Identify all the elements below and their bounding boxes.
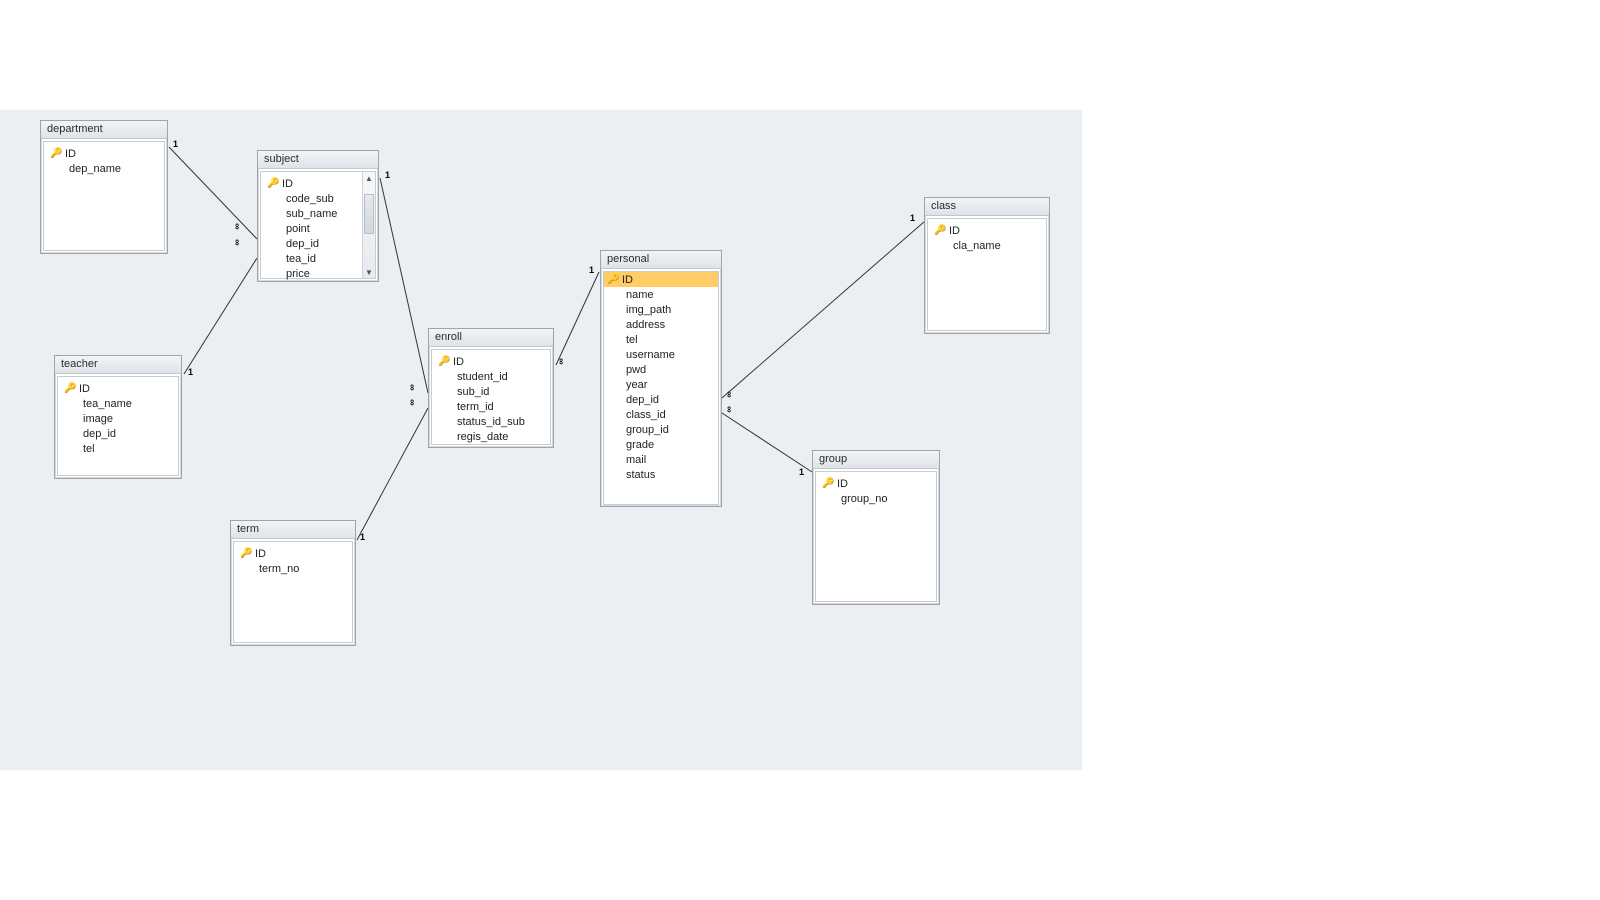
key-icon: 🔑 bbox=[240, 548, 253, 559]
table-field[interactable]: class_id bbox=[604, 407, 718, 422]
table-field[interactable]: 🔑ID bbox=[237, 546, 349, 561]
key-icon: 🔑 bbox=[607, 274, 620, 285]
diagram-canvas[interactable]: 1 ∞ 1 ∞ 1 ∞ 1 ∞ 1 ∞ 1 ∞ 1 ∞ department 🔑… bbox=[0, 110, 1082, 770]
table-field[interactable]: tel bbox=[604, 332, 718, 347]
key-icon: 🔑 bbox=[822, 478, 835, 489]
entity-field-list: 🔑ID term_no bbox=[233, 541, 353, 643]
card-many: ∞ bbox=[234, 238, 240, 247]
entity-title[interactable]: teacher bbox=[55, 356, 181, 374]
scrollbar[interactable]: ▲ ▼ bbox=[362, 172, 375, 278]
scroll-up-icon[interactable]: ▲ bbox=[363, 172, 375, 184]
card-one: 1 bbox=[188, 368, 193, 377]
table-field[interactable]: group_id bbox=[604, 422, 718, 437]
table-field[interactable]: 🔑ID bbox=[47, 146, 161, 161]
scroll-down-icon[interactable]: ▼ bbox=[363, 266, 375, 278]
entity-field-list: 🔑ID dep_name bbox=[43, 141, 165, 251]
entity-title[interactable]: term bbox=[231, 521, 355, 539]
table-field[interactable]: status_id_sub bbox=[435, 414, 547, 429]
entity-field-list: 🔑ID name img_path address tel username p… bbox=[603, 271, 719, 505]
key-icon: 🔑 bbox=[50, 148, 63, 159]
entity-field-list: 🔑ID student_id sub_id term_id status_id_… bbox=[431, 349, 551, 445]
card-many: ∞ bbox=[558, 357, 564, 366]
key-icon: 🔑 bbox=[934, 225, 947, 236]
entity-term[interactable]: term 🔑ID term_no bbox=[230, 520, 356, 646]
table-field[interactable]: term_id bbox=[435, 399, 547, 414]
table-field[interactable]: cla_name bbox=[931, 238, 1043, 253]
table-field[interactable]: 🔑ID bbox=[604, 272, 718, 287]
table-field[interactable]: dep_id bbox=[61, 426, 175, 441]
key-icon: 🔑 bbox=[438, 356, 451, 367]
table-field[interactable]: 🔑ID bbox=[819, 476, 933, 491]
entity-subject[interactable]: subject 🔑ID code_sub sub_name point dep_… bbox=[257, 150, 379, 282]
table-field[interactable]: img_path bbox=[604, 302, 718, 317]
card-one: 1 bbox=[799, 468, 804, 477]
entity-department[interactable]: department 🔑ID dep_name bbox=[40, 120, 168, 254]
table-field[interactable]: 🔑ID bbox=[61, 381, 175, 396]
entity-class[interactable]: class 🔑ID cla_name bbox=[924, 197, 1050, 334]
table-field[interactable]: point bbox=[264, 221, 361, 236]
entity-field-list: 🔑ID group_no bbox=[815, 471, 937, 602]
table-field[interactable]: price bbox=[264, 266, 361, 281]
scroll-track[interactable] bbox=[363, 184, 375, 266]
table-field[interactable]: regis_date bbox=[435, 429, 547, 444]
entity-field-list: 🔑ID tea_name image dep_id tel bbox=[57, 376, 179, 476]
entity-enroll[interactable]: enroll 🔑ID student_id sub_id term_id sta… bbox=[428, 328, 554, 448]
table-field[interactable]: tel bbox=[61, 441, 175, 456]
table-field[interactable]: tea_name bbox=[61, 396, 175, 411]
entity-title[interactable]: subject bbox=[258, 151, 378, 169]
card-one: 1 bbox=[910, 214, 915, 223]
table-field[interactable]: mail bbox=[604, 452, 718, 467]
table-field[interactable]: dep_name bbox=[47, 161, 161, 176]
card-one: 1 bbox=[589, 266, 594, 275]
entity-title[interactable]: group bbox=[813, 451, 939, 469]
table-field[interactable]: student_id bbox=[435, 369, 547, 384]
entity-personal[interactable]: personal 🔑ID name img_path address tel u… bbox=[600, 250, 722, 507]
table-field[interactable]: name bbox=[604, 287, 718, 302]
entity-group[interactable]: group 🔑ID group_no bbox=[812, 450, 940, 605]
card-one: 1 bbox=[360, 533, 365, 542]
table-field[interactable]: dep_id bbox=[604, 392, 718, 407]
entity-title[interactable]: enroll bbox=[429, 329, 553, 347]
table-field[interactable]: address bbox=[604, 317, 718, 332]
scroll-thumb[interactable] bbox=[364, 194, 374, 234]
table-field[interactable]: grade bbox=[604, 437, 718, 452]
card-one: 1 bbox=[385, 171, 390, 180]
key-icon: 🔑 bbox=[267, 178, 280, 189]
table-field[interactable]: sub_id bbox=[435, 384, 547, 399]
entity-title[interactable]: department bbox=[41, 121, 167, 139]
card-many: ∞ bbox=[409, 383, 415, 392]
card-many: ∞ bbox=[726, 405, 732, 414]
entity-title[interactable]: class bbox=[925, 198, 1049, 216]
table-field[interactable]: pwd bbox=[604, 362, 718, 377]
card-many: ∞ bbox=[726, 390, 732, 399]
entity-teacher[interactable]: teacher 🔑ID tea_name image dep_id tel bbox=[54, 355, 182, 479]
table-field[interactable]: 🔑ID bbox=[435, 354, 547, 369]
table-field[interactable]: year bbox=[604, 377, 718, 392]
table-field[interactable]: dep_id bbox=[264, 236, 361, 251]
table-field[interactable]: term_no bbox=[237, 561, 349, 576]
table-field[interactable]: code_sub bbox=[264, 191, 361, 206]
table-field[interactable]: 🔑ID bbox=[264, 176, 361, 191]
card-many: ∞ bbox=[234, 222, 240, 231]
table-field[interactable]: image bbox=[61, 411, 175, 426]
entity-field-list: 🔑ID cla_name bbox=[927, 218, 1047, 331]
card-one: 1 bbox=[173, 140, 178, 149]
key-icon: 🔑 bbox=[64, 383, 77, 394]
table-field[interactable]: tea_id bbox=[264, 251, 361, 266]
entity-field-list: 🔑ID code_sub sub_name point dep_id tea_i… bbox=[260, 171, 376, 279]
table-field[interactable]: status bbox=[604, 467, 718, 482]
card-many: ∞ bbox=[409, 398, 415, 407]
table-field[interactable]: sub_name bbox=[264, 206, 361, 221]
table-field[interactable]: group_no bbox=[819, 491, 933, 506]
entity-title[interactable]: personal bbox=[601, 251, 721, 269]
table-field[interactable]: 🔑ID bbox=[931, 223, 1043, 238]
table-field[interactable]: username bbox=[604, 347, 718, 362]
